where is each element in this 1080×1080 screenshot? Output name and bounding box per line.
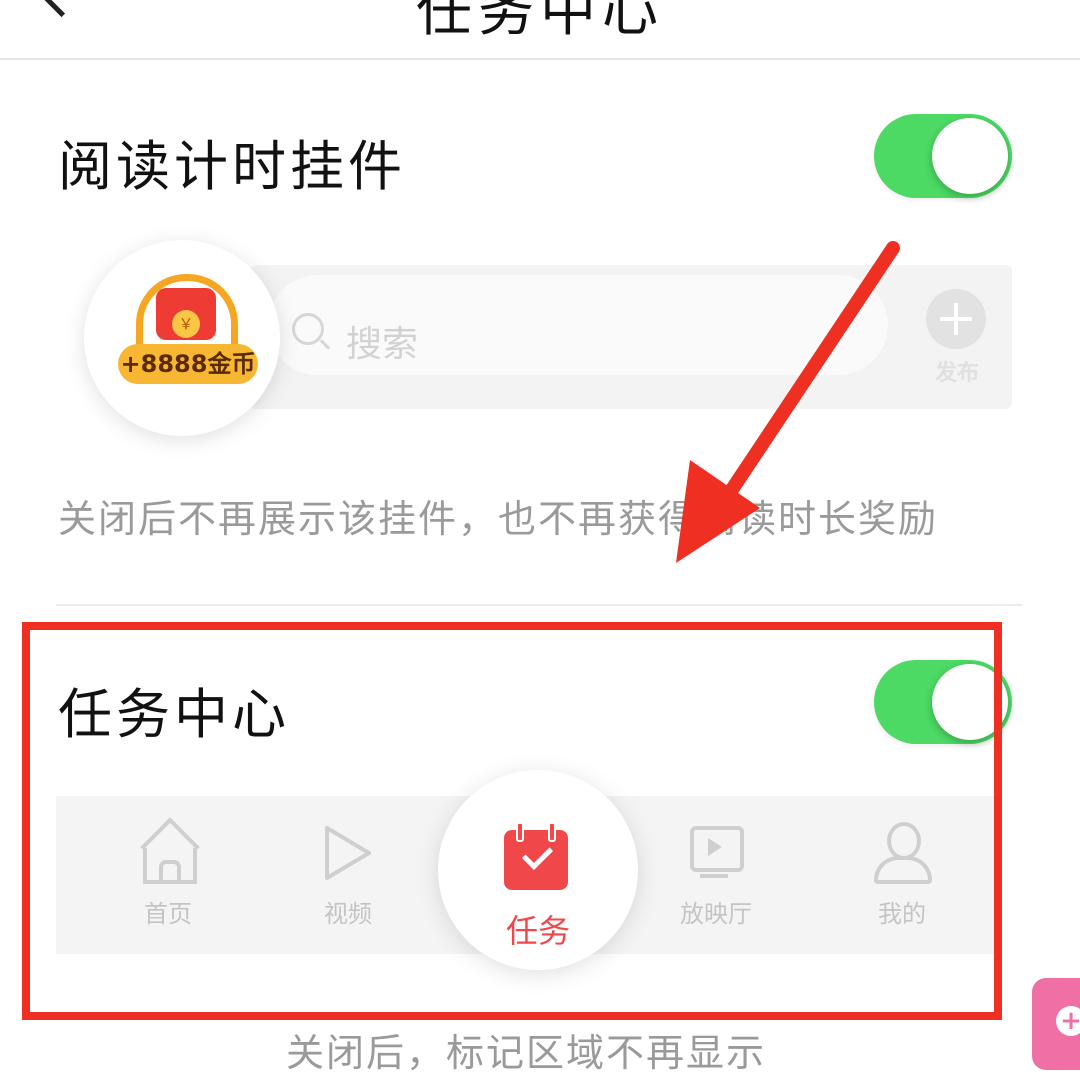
floating-action-button[interactable]: +: [1032, 978, 1080, 1070]
plus-icon: +: [1056, 1006, 1080, 1036]
annotation-arrow-icon: [676, 241, 900, 563]
